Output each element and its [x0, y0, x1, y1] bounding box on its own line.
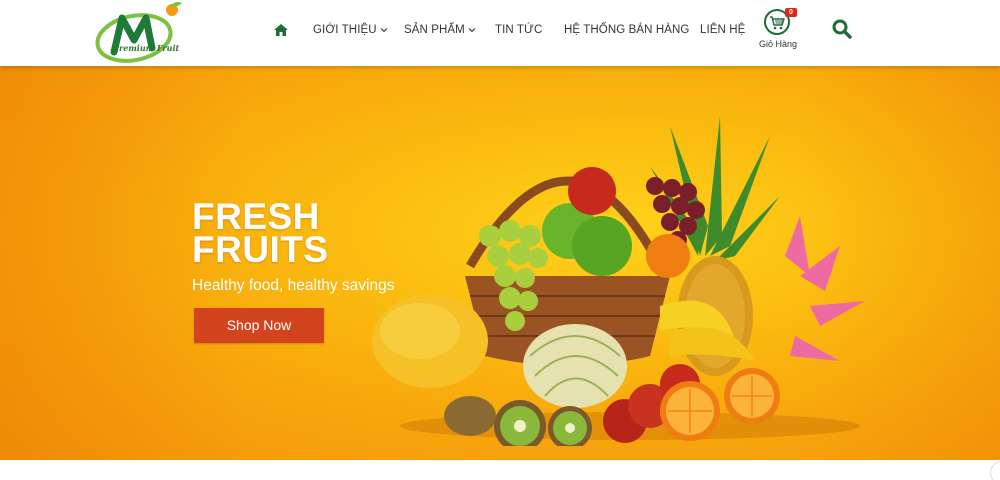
nav-item-label: GIỚI THIỆU [313, 24, 377, 36]
nav-item-tin-tuc[interactable]: TIN TỨC [495, 24, 542, 36]
home-icon[interactable] [273, 22, 289, 38]
fruit-basket-image [372, 116, 865, 446]
site-header: Premium Fruit GIỚI THIỆU SẢN PHẨM TIN TỨ… [0, 0, 1000, 66]
logo-tagline: Premium Fruit [113, 43, 180, 53]
nav-item-label: SẢN PHẨM [404, 24, 465, 36]
hero-title: FRESH FRUITS [192, 198, 329, 270]
hero-banner: FRESH FRUITS Healthy food, healthy savin… [0, 66, 1000, 460]
logo-mark [95, 2, 182, 63]
hero-title-line2: FRUITS [192, 229, 329, 270]
hero-subtitle: Healthy food, healthy savings [192, 277, 395, 294]
nav-item-lien-he[interactable]: LIÊN HỆ [700, 24, 745, 36]
shop-now-button[interactable]: Shop Now [194, 308, 324, 343]
nav-item-gioi-thieu[interactable]: GIỚI THIỆU [313, 24, 388, 36]
nav-item-he-thong-ban-hang[interactable]: HỆ THỐNG BÁN HÀNG [564, 24, 689, 36]
search-icon[interactable] [832, 19, 852, 39]
chevron-down-icon [468, 28, 476, 33]
content-strip [0, 460, 1000, 480]
nav-item-label: HỆ THỐNG BÁN HÀNG [564, 24, 690, 36]
nav-item-label: TIN TỨC [495, 24, 543, 36]
cart-count-badge: 0 [785, 8, 797, 17]
cart-button[interactable]: 0 Giỏ Hàng [756, 8, 800, 54]
nav-item-label: LIÊN HỆ [700, 24, 746, 36]
chevron-down-icon [380, 28, 388, 33]
cart-label: Giỏ Hàng [758, 39, 798, 49]
brand-logo[interactable] [92, 0, 188, 64]
nav-item-san-pham[interactable]: SẢN PHẨM [404, 24, 476, 36]
